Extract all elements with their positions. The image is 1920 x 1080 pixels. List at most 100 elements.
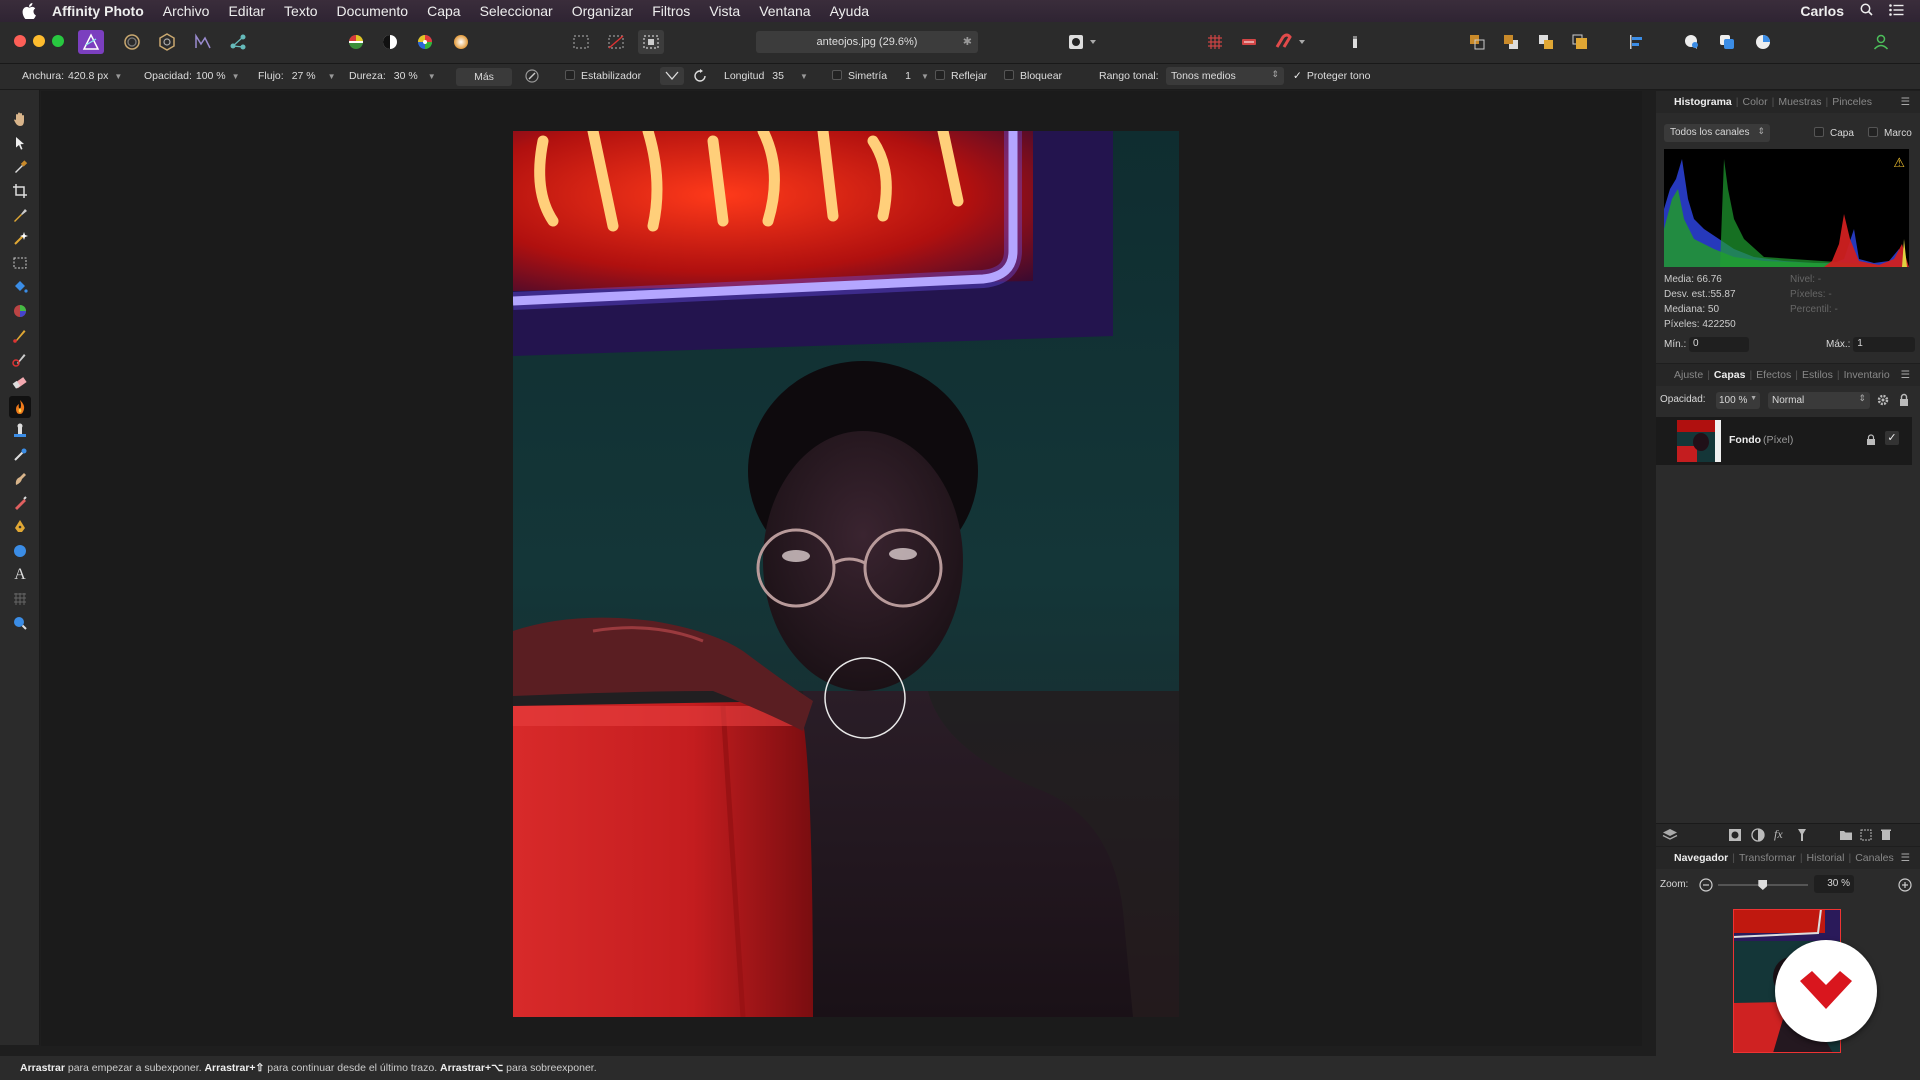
layer-opacity-select[interactable]: 100 % ▼ — [1716, 392, 1760, 409]
zoom-tool-icon[interactable] — [9, 612, 31, 634]
window-mode-icon[interactable] — [692, 68, 708, 87]
length-value[interactable]: 35 — [772, 70, 784, 82]
menu-organizar[interactable]: Organizar — [572, 3, 633, 19]
tab-transformar[interactable]: Transformar — [1739, 852, 1796, 864]
chevron-down-icon[interactable]: ▼ — [428, 72, 436, 81]
sharpen-brush-tool-icon[interactable] — [9, 492, 31, 514]
paint-brush-tool-icon[interactable] — [9, 324, 31, 346]
document-tab[interactable]: anteojos.jpg (29.6%) ✱ — [756, 31, 978, 53]
view-mode-icon[interactable] — [1236, 30, 1262, 54]
layer-checkbox[interactable]: Capa — [1814, 127, 1854, 139]
symmetry-checkbox[interactable]: Simetría 1 ▼ — [832, 70, 929, 82]
menu-documento[interactable]: Documento — [337, 3, 409, 19]
mesh-warp-tool-icon[interactable] — [9, 588, 31, 610]
close-document-icon[interactable]: ✱ — [963, 35, 972, 48]
group-folder-icon[interactable] — [1839, 828, 1853, 846]
blend-mode-select[interactable]: Normal ⇕ — [1768, 392, 1870, 409]
layer-lock-icon[interactable] — [1898, 393, 1910, 412]
notification-center-icon[interactable] — [1889, 3, 1904, 19]
zoom-out-icon[interactable] — [1699, 878, 1713, 897]
photo-persona-icon[interactable] — [78, 30, 104, 54]
chevron-down-icon[interactable]: ▼ — [232, 72, 240, 81]
flow-control[interactable]: Flujo: 27 % ▼ — [258, 70, 336, 82]
align-icon[interactable] — [1624, 30, 1650, 54]
add-pixel-layer-icon[interactable] — [1860, 828, 1872, 846]
document-image[interactable] — [513, 131, 1179, 1017]
snapping-magnet-icon[interactable] — [1270, 30, 1310, 54]
menu-texto[interactable]: Texto — [284, 3, 317, 19]
export-persona-icon[interactable] — [225, 30, 251, 54]
liquify-persona-icon[interactable] — [119, 30, 145, 54]
auto-white-balance-icon[interactable] — [448, 30, 474, 54]
menu-editar[interactable]: Editar — [228, 3, 265, 19]
live-filter-icon[interactable] — [1797, 828, 1807, 847]
more-button[interactable]: Más — [456, 68, 512, 86]
length-control[interactable]: Longitud 35 ▼ — [724, 70, 808, 82]
tab-estilos[interactable]: Estilos — [1802, 369, 1833, 381]
arrange-forward-icon[interactable] — [1533, 30, 1559, 54]
pen-tool-icon[interactable] — [9, 516, 31, 538]
rope-mode-icon[interactable] — [660, 67, 684, 85]
tonal-range-select[interactable]: Tonos medios ⇕ — [1166, 67, 1284, 85]
lock-checkbox[interactable]: Bloquear — [1004, 70, 1062, 82]
opacity-value[interactable]: 100 % — [196, 70, 226, 82]
apple-icon[interactable] — [20, 2, 38, 20]
dodge-brush-tool-icon[interactable] — [9, 396, 31, 418]
zoom-value-field[interactable]: 30 % — [1814, 875, 1854, 893]
flow-value[interactable]: 27 % — [292, 70, 316, 82]
tab-muestras[interactable]: Muestras — [1778, 96, 1821, 108]
arrange-backward-icon[interactable] — [1498, 30, 1524, 54]
menu-filtros[interactable]: Filtros — [652, 3, 690, 19]
marquee-tool-icon[interactable] — [9, 252, 31, 274]
crop-tool-icon[interactable] — [9, 180, 31, 202]
channel-select[interactable]: Todos los canales ⇕ — [1664, 124, 1770, 142]
auto-contrast-icon[interactable] — [377, 30, 403, 54]
delete-layer-icon[interactable] — [1880, 828, 1892, 846]
ellipse-tool-icon[interactable] — [9, 540, 31, 562]
panel-menu-icon[interactable]: ☰ — [1901, 369, 1910, 381]
color-replacement-tool-icon[interactable] — [9, 348, 31, 370]
auto-levels-icon[interactable] — [343, 30, 369, 54]
deselect-icon[interactable] — [603, 30, 629, 54]
tab-efectos[interactable]: Efectos — [1756, 369, 1791, 381]
snapping-grid-icon[interactable] — [1202, 30, 1228, 54]
smudge-brush-tool-icon[interactable] — [9, 468, 31, 490]
fill-tool-icon[interactable] — [9, 276, 31, 298]
menu-vista[interactable]: Vista — [709, 3, 740, 19]
gradient-tool-icon[interactable] — [9, 300, 31, 322]
menu-archivo[interactable]: Archivo — [163, 3, 210, 19]
context-help-icon[interactable] — [1342, 30, 1368, 54]
clone-brush-tool-icon[interactable] — [9, 420, 31, 442]
tab-canales[interactable]: Canales — [1855, 852, 1894, 864]
arrange-back-icon[interactable] — [1464, 30, 1490, 54]
frame-checkbox[interactable]: Marco — [1868, 127, 1912, 139]
hardness-control[interactable]: Dureza: 30 % ▼ — [349, 70, 436, 82]
width-value[interactable]: 420.8 px — [68, 70, 108, 82]
erase-brush-tool-icon[interactable] — [9, 372, 31, 394]
tab-capas[interactable]: Capas — [1714, 369, 1746, 381]
develop-persona-icon[interactable] — [154, 30, 180, 54]
selection-brush-tool-icon[interactable] — [9, 204, 31, 226]
arrange-front-icon[interactable] — [1567, 30, 1593, 54]
hand-tool-icon[interactable] — [9, 108, 31, 130]
layer-settings-icon[interactable] — [1876, 393, 1890, 412]
hardness-value[interactable]: 30 % — [394, 70, 418, 82]
panel-menu-icon[interactable]: ☰ — [1901, 852, 1910, 864]
studio-link-icon[interactable] — [1750, 30, 1776, 54]
quick-mask-icon[interactable] — [1065, 30, 1101, 54]
mask-layer-icon[interactable] — [1728, 828, 1742, 847]
zoom-in-icon[interactable] — [1898, 878, 1912, 897]
layer-row-fondo[interactable]: Fondo (Píxel) ✓ — [1656, 417, 1912, 465]
tab-inventario[interactable]: Inventario — [1844, 369, 1890, 381]
protect-tone-checkbox[interactable]: ✓ Proteger tono — [1293, 70, 1370, 82]
flood-select-tool-icon[interactable] — [9, 228, 31, 250]
mirror-checkbox[interactable]: Reflejar — [935, 70, 987, 82]
chevron-down-icon[interactable]: ▼ — [800, 72, 808, 81]
move-tool-icon[interactable] — [9, 132, 31, 154]
invert-selection-icon[interactable] — [638, 30, 664, 54]
close-window-button[interactable] — [14, 35, 26, 47]
menu-ayuda[interactable]: Ayuda — [830, 3, 869, 19]
adjustment-layer-icon[interactable] — [1751, 828, 1765, 847]
max-field[interactable]: 1 — [1853, 337, 1916, 352]
tab-color[interactable]: Color — [1743, 96, 1768, 108]
